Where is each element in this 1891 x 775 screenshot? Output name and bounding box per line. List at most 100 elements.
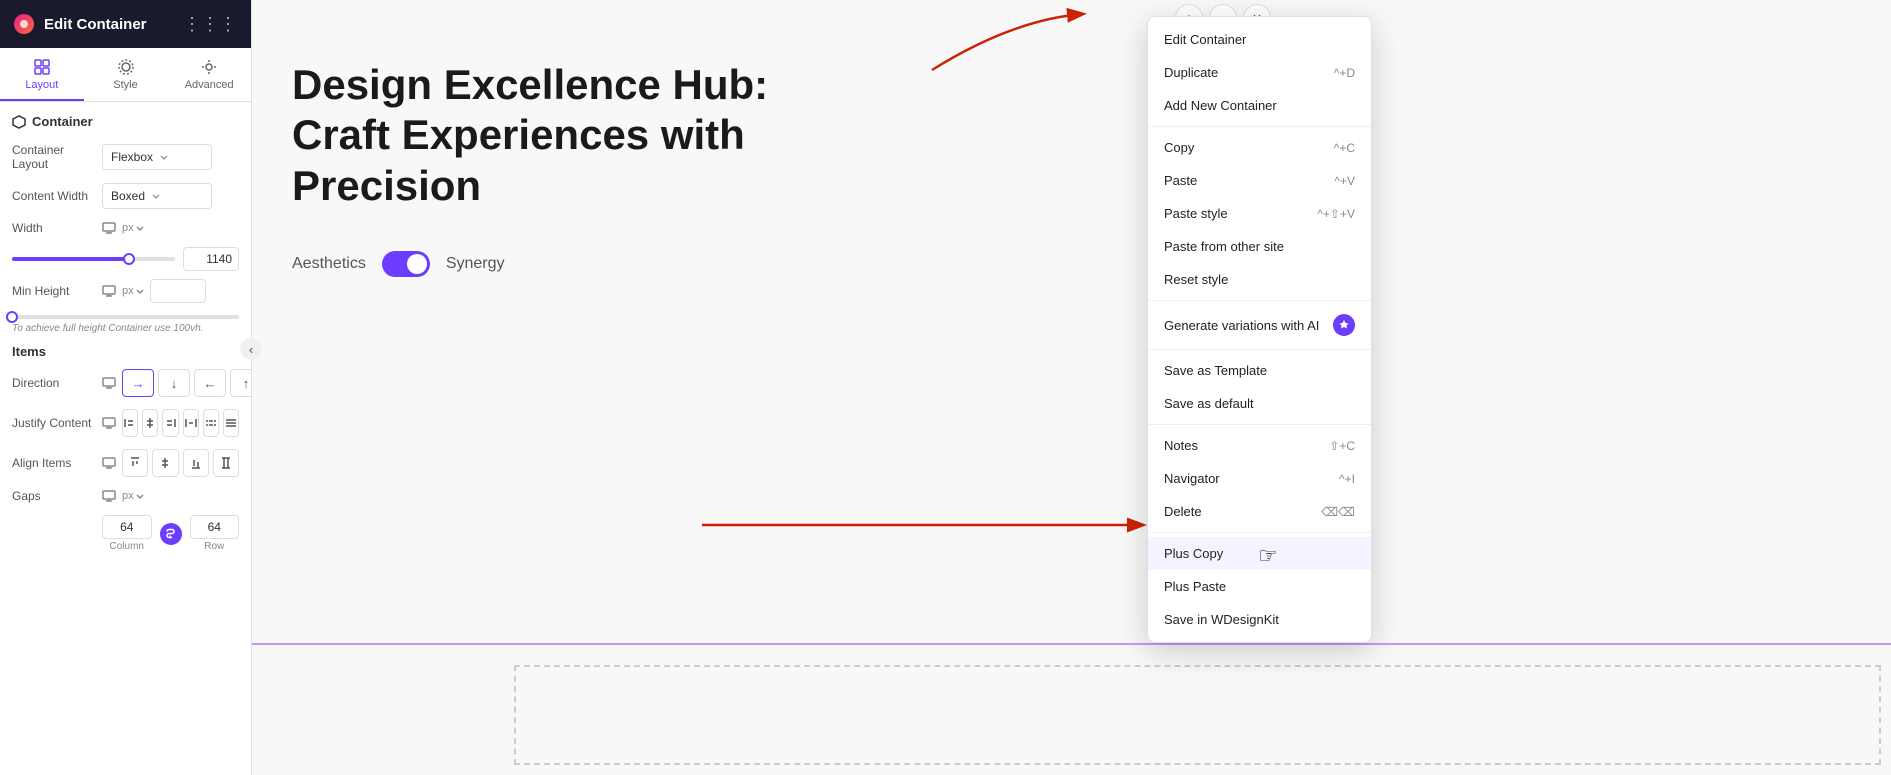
menu-edit-container-label: Edit Container: [1164, 32, 1355, 47]
content-width-label: Content Width: [12, 189, 102, 203]
menu-paste-style-shortcut: ^+⇧+V: [1317, 207, 1355, 221]
menu-paste-from-other-label: Paste from other site: [1164, 239, 1355, 254]
container-layout-row: Container Layout Flexbox: [12, 143, 239, 171]
context-menu: Edit Container Duplicate ^+D Add New Con…: [1147, 16, 1372, 643]
menu-save-in-wdesignkit-label: Save in WDesignKit: [1164, 612, 1355, 627]
width-input[interactable]: [183, 247, 239, 271]
menu-generate-variations-label: Generate variations with AI: [1164, 318, 1325, 333]
width-control: px: [102, 221, 239, 235]
gap-row-input[interactable]: [190, 515, 240, 539]
align-end-btn[interactable]: [183, 449, 209, 477]
menu-copy[interactable]: Copy ^+C: [1148, 131, 1371, 164]
align-stretch-btn[interactable]: [213, 449, 239, 477]
min-height-row: Min Height px: [12, 279, 239, 303]
gap-link-icon[interactable]: [160, 523, 182, 545]
gap-column-input[interactable]: [102, 515, 152, 539]
container-layout-value: Flexbox: [111, 150, 153, 164]
min-height-slider-row: [12, 315, 239, 319]
justify-space-evenly-btn[interactable]: [223, 409, 239, 437]
container-layout-select[interactable]: Flexbox: [102, 144, 212, 170]
menu-plus-paste[interactable]: Plus Paste: [1148, 570, 1371, 603]
menu-paste-from-other[interactable]: Paste from other site: [1148, 230, 1371, 263]
menu-plus-copy[interactable]: Plus Copy: [1148, 537, 1371, 570]
menu-add-new-container-label: Add New Container: [1164, 98, 1355, 113]
menu-divider-5: [1148, 532, 1371, 533]
menu-save-as-template[interactable]: Save as Template: [1148, 354, 1371, 387]
menu-paste-style-label: Paste style: [1164, 206, 1305, 221]
menu-paste-style[interactable]: Paste style ^+⇧+V: [1148, 197, 1371, 230]
align-items-label: Align Items: [12, 456, 102, 470]
menu-notes[interactable]: Notes ⇧+C: [1148, 429, 1371, 462]
min-height-unit: px: [122, 285, 144, 297]
menu-edit-container[interactable]: Edit Container: [1148, 23, 1371, 56]
min-height-input[interactable]: [150, 279, 206, 303]
content-width-select[interactable]: Boxed: [102, 183, 212, 209]
tab-layout[interactable]: Layout: [0, 48, 84, 101]
tab-advanced[interactable]: Advanced: [167, 48, 251, 101]
gap-row-group: Row: [190, 515, 240, 552]
collapse-sidebar-btn[interactable]: ‹: [240, 338, 262, 360]
align-start-btn[interactable]: [122, 449, 148, 477]
menu-navigator-label: Navigator: [1164, 471, 1327, 486]
canvas-area: Design Excellence Hub: Craft Experiences…: [252, 0, 1891, 775]
min-height-label: Min Height: [12, 284, 102, 298]
gaps-unit: px: [122, 490, 144, 502]
menu-paste[interactable]: Paste ^+V: [1148, 164, 1371, 197]
menu-reset-style[interactable]: Reset style: [1148, 263, 1371, 296]
menu-duplicate[interactable]: Duplicate ^+D: [1148, 56, 1371, 89]
container-section-header: Container: [12, 114, 239, 129]
justify-center-btn[interactable]: [142, 409, 158, 437]
container-layout-control: Flexbox: [102, 144, 239, 170]
justify-space-between-btn[interactable]: [183, 409, 199, 437]
menu-save-in-wdesignkit[interactable]: Save in WDesignKit: [1148, 603, 1371, 636]
justify-content-row: Justify Content: [12, 409, 239, 437]
min-height-slider[interactable]: [12, 315, 239, 319]
tab-layout-label: Layout: [25, 79, 58, 91]
width-slider[interactable]: [12, 257, 175, 261]
sidebar-header-left: Edit Container: [14, 14, 147, 34]
menu-delete[interactable]: Delete ⌫⌫: [1148, 495, 1371, 528]
menu-navigator[interactable]: Navigator ^+I: [1148, 462, 1371, 495]
align-monitor-icon: [102, 456, 116, 470]
align-center-btn[interactable]: [152, 449, 178, 477]
menu-save-as-default[interactable]: Save as default: [1148, 387, 1371, 420]
direction-right-btn[interactable]: →: [122, 369, 154, 397]
justify-start-btn[interactable]: [122, 409, 138, 437]
sidebar-title: Edit Container: [44, 16, 147, 33]
sidebar-content: Container Container Layout Flexbox Conte…: [0, 102, 251, 775]
tab-advanced-label: Advanced: [185, 79, 234, 91]
arrow-plus-copy: [652, 490, 1172, 560]
container-layout-label: Container Layout: [12, 143, 102, 171]
direction-down-btn[interactable]: ↓: [158, 369, 190, 397]
toggle-switch[interactable]: [382, 251, 430, 277]
items-section-title: Items: [12, 344, 239, 359]
menu-generate-variations[interactable]: Generate variations with AI: [1148, 305, 1371, 345]
menu-divider-2: [1148, 300, 1371, 301]
align-items-control: [102, 449, 239, 477]
content-width-control: Boxed: [102, 183, 239, 209]
menu-notes-shortcut: ⇧+C: [1329, 439, 1355, 453]
menu-delete-shortcut: ⌫⌫: [1321, 505, 1355, 519]
menu-plus-copy-label: Plus Copy: [1164, 546, 1355, 561]
menu-paste-shortcut: ^+V: [1334, 174, 1355, 188]
tab-style[interactable]: Style: [84, 48, 168, 101]
justify-content-control: [102, 409, 239, 437]
menu-reset-style-label: Reset style: [1164, 272, 1355, 287]
direction-left-btn[interactable]: ←: [194, 369, 226, 397]
justify-buttons: [122, 409, 239, 437]
gaps-monitor-icon: [102, 489, 116, 503]
menu-add-new-container[interactable]: Add New Container: [1148, 89, 1371, 122]
justify-space-around-btn[interactable]: [203, 409, 219, 437]
grid-icon[interactable]: ⋮⋮⋮: [183, 14, 237, 35]
menu-copy-shortcut: ^+C: [1334, 141, 1355, 155]
gaps-row: Gaps px: [12, 489, 239, 503]
canvas-label-left: Aesthetics: [292, 255, 366, 273]
ai-badge: [1333, 314, 1355, 336]
content-width-value: Boxed: [111, 189, 145, 203]
direction-buttons: → ↓ ← ↑: [122, 369, 251, 397]
align-buttons: [122, 449, 239, 477]
direction-up-btn[interactable]: ↑: [230, 369, 251, 397]
width-unit: px: [122, 222, 134, 234]
canvas-subrow: Aesthetics Synergy: [292, 251, 1851, 277]
justify-end-btn[interactable]: [162, 409, 178, 437]
